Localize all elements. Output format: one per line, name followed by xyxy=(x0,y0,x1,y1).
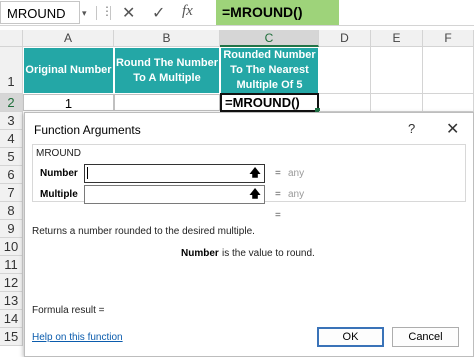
column-header-f[interactable]: F xyxy=(423,30,474,47)
formula-result: Formula result = xyxy=(32,305,105,316)
cell-f2[interactable] xyxy=(423,94,474,112)
row-header-11[interactable]: 11 xyxy=(0,256,23,274)
number-input[interactable] xyxy=(84,164,265,183)
row-header-7[interactable]: 7 xyxy=(0,184,23,202)
row-header-8[interactable]: 8 xyxy=(0,202,23,220)
cell-e2[interactable] xyxy=(371,94,423,112)
chevron-down-icon[interactable]: ▾ xyxy=(82,8,87,19)
formula-input[interactable]: =MROUND() xyxy=(216,0,339,25)
multiple-result: any xyxy=(288,189,305,200)
argument-help-text: is the value to round. xyxy=(222,248,315,259)
row-header-13[interactable]: 13 xyxy=(0,292,23,310)
row-header-10[interactable]: 10 xyxy=(0,238,23,256)
row-header-15[interactable]: 15 xyxy=(0,328,23,346)
dialog-title: Function Arguments xyxy=(34,123,141,137)
function-result-equals: = xyxy=(275,210,281,221)
formula-bar-divider xyxy=(96,6,97,20)
cell-b2[interactable] xyxy=(114,94,220,111)
multiple-label: Multiple xyxy=(40,189,78,200)
row-header-3[interactable]: 3 xyxy=(0,112,23,130)
row-header-4[interactable]: 4 xyxy=(0,130,23,148)
column-header-b[interactable]: B xyxy=(114,30,220,47)
cell-c2-active[interactable]: =MROUND() xyxy=(220,93,319,112)
cell-c1[interactable]: Rounded Number To The Nearest Multiple O… xyxy=(220,47,319,94)
ok-button[interactable]: OK xyxy=(317,327,384,347)
argument-help-name: Number xyxy=(181,248,219,259)
column-header-c[interactable]: C xyxy=(220,30,319,47)
function-description: Returns a number rounded to the desired … xyxy=(32,226,255,237)
function-arguments-dialog: Function Arguments ? ✕ MROUND Number 🡅 =… xyxy=(24,112,474,357)
cell-b1[interactable]: Round The Number To A Multiple xyxy=(114,47,220,94)
cell-d1[interactable] xyxy=(319,47,371,94)
cancel-button[interactable]: Cancel xyxy=(392,327,459,347)
name-box[interactable]: MROUND xyxy=(0,1,80,24)
cell-f1[interactable] xyxy=(423,47,474,94)
row-header-9[interactable]: 9 xyxy=(0,220,23,238)
column-header-d[interactable]: D xyxy=(319,30,371,47)
text-caret xyxy=(87,167,88,179)
number-result: any xyxy=(288,168,305,179)
multiple-equals: = xyxy=(275,189,281,200)
select-all-corner[interactable] xyxy=(0,30,23,47)
collapse-dialog-icon[interactable]: 🡅 xyxy=(246,165,264,182)
formula-bar-divider xyxy=(110,6,111,20)
help-on-function-link[interactable]: Help on this function xyxy=(32,332,123,343)
row-header-12[interactable]: 12 xyxy=(0,274,23,292)
row-header-2[interactable]: 2 xyxy=(0,94,23,112)
row-header-6[interactable]: 6 xyxy=(0,166,23,184)
cell-a2[interactable]: 1 xyxy=(23,94,114,111)
close-icon[interactable]: ✕ xyxy=(446,119,459,139)
insert-function-icon[interactable]: fx xyxy=(182,3,193,20)
more-options-icon[interactable]: ⋮ xyxy=(101,4,113,18)
column-header-e[interactable]: E xyxy=(371,30,423,47)
cell-d2[interactable] xyxy=(319,94,371,112)
cancel-entry-icon[interactable]: ✕ xyxy=(122,3,135,23)
help-icon[interactable]: ? xyxy=(408,121,415,136)
row-header-1[interactable]: 1 xyxy=(0,47,23,94)
row-header-14[interactable]: 14 xyxy=(0,310,23,328)
enter-check-icon[interactable]: ✓ xyxy=(152,3,165,23)
cell-a1[interactable]: Original Number xyxy=(23,47,114,94)
function-name: MROUND xyxy=(36,148,81,159)
cell-e1[interactable] xyxy=(371,47,423,94)
column-header-a[interactable]: A xyxy=(23,30,114,47)
collapse-dialog-icon[interactable]: 🡅 xyxy=(246,186,264,203)
row-header-5[interactable]: 5 xyxy=(0,148,23,166)
multiple-input[interactable] xyxy=(84,185,265,204)
number-label: Number xyxy=(40,168,78,179)
number-equals: = xyxy=(275,168,281,179)
